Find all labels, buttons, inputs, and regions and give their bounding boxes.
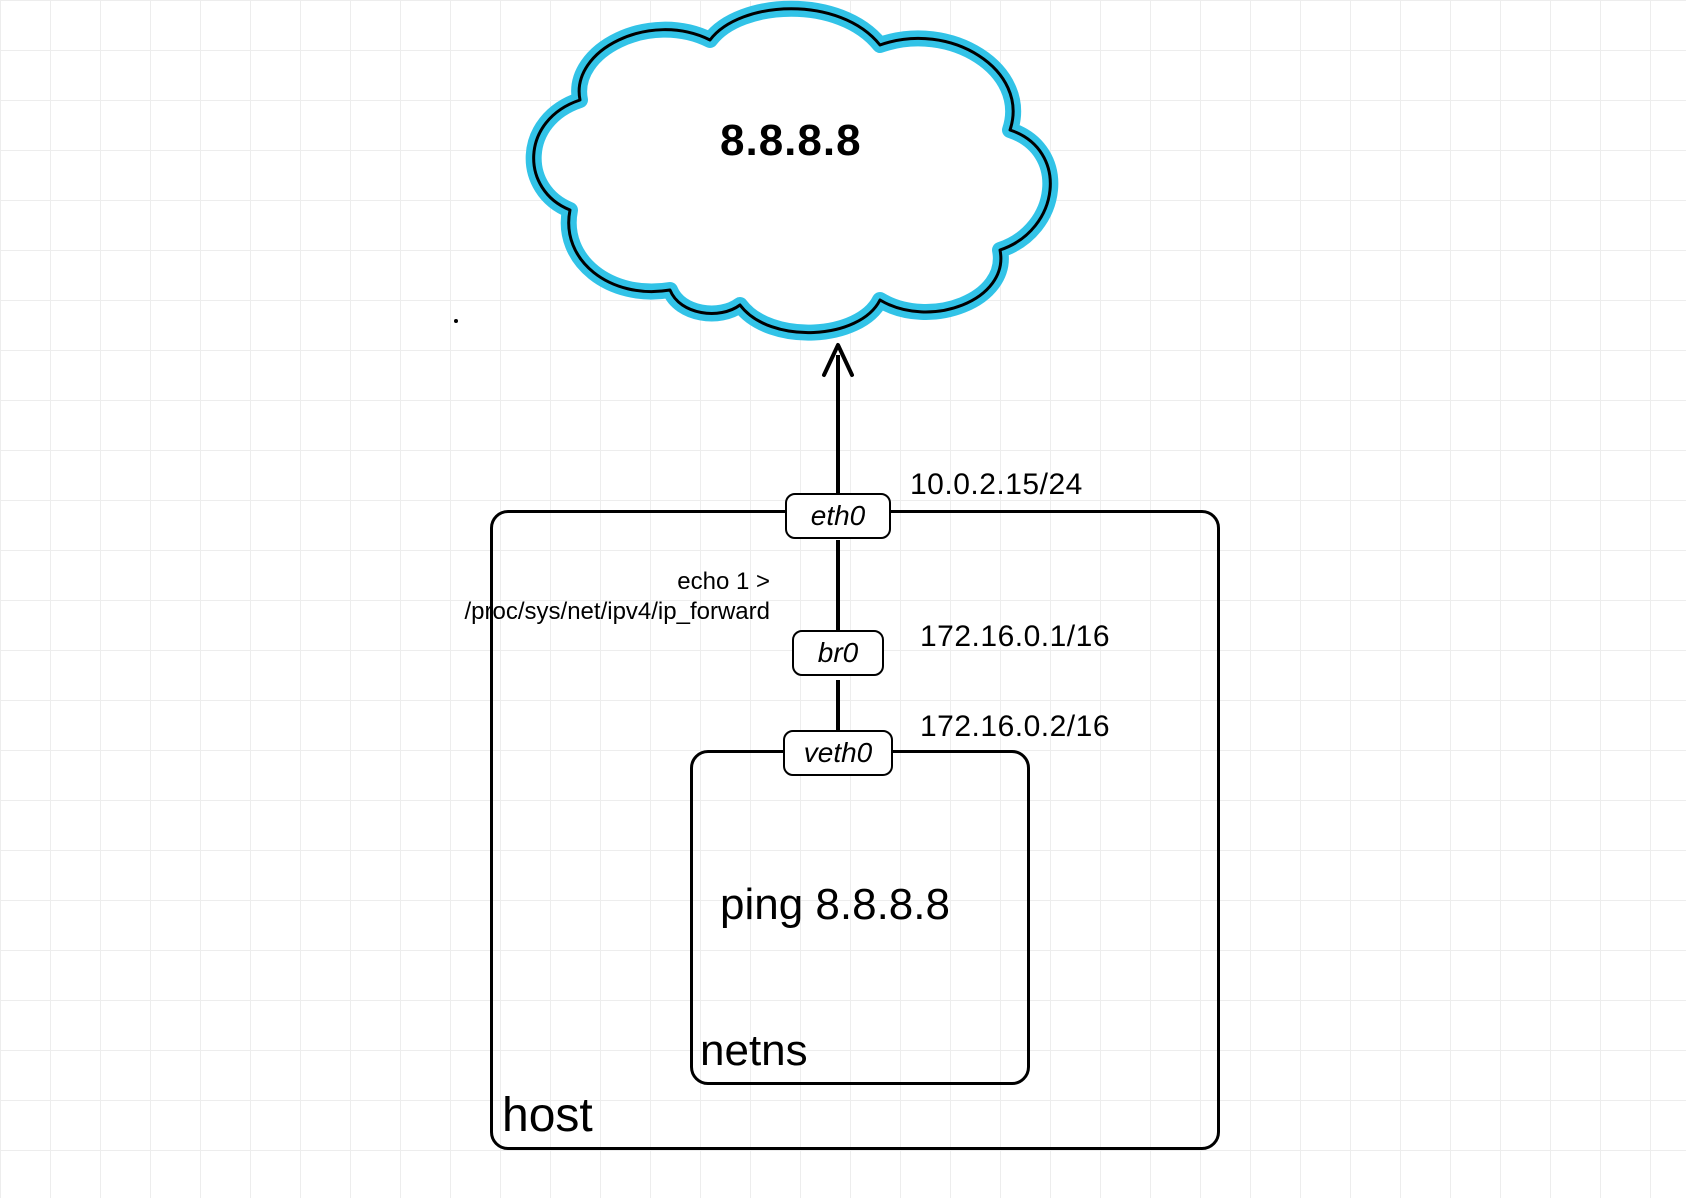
ip-forward-line2: /proc/sys/net/ipv4/ip_forward	[400, 597, 770, 627]
ip-forward-line1: echo 1 >	[400, 567, 770, 597]
addr-br0: 172.16.0.1/16	[920, 620, 1110, 654]
addr-veth0: 172.16.0.2/16	[920, 710, 1110, 744]
node-br0-label: br0	[818, 637, 858, 669]
arrow-eth0-to-cloud	[824, 345, 852, 493]
node-br0: br0	[792, 630, 884, 676]
stray-dot	[454, 319, 458, 323]
node-veth0-label: veth0	[804, 737, 873, 769]
addr-eth0: 10.0.2.15/24	[910, 468, 1083, 502]
cloud-shape	[534, 9, 1051, 333]
node-veth0: veth0	[783, 730, 893, 776]
ping-command: ping 8.8.8.8	[720, 880, 950, 930]
host-label: host	[502, 1088, 593, 1143]
node-eth0: eth0	[785, 493, 891, 539]
ip-forward-command: echo 1 > /proc/sys/net/ipv4/ip_forward	[400, 567, 770, 627]
node-eth0-label: eth0	[811, 500, 866, 532]
netns-label: netns	[700, 1026, 808, 1076]
cloud-address: 8.8.8.8	[720, 116, 862, 166]
